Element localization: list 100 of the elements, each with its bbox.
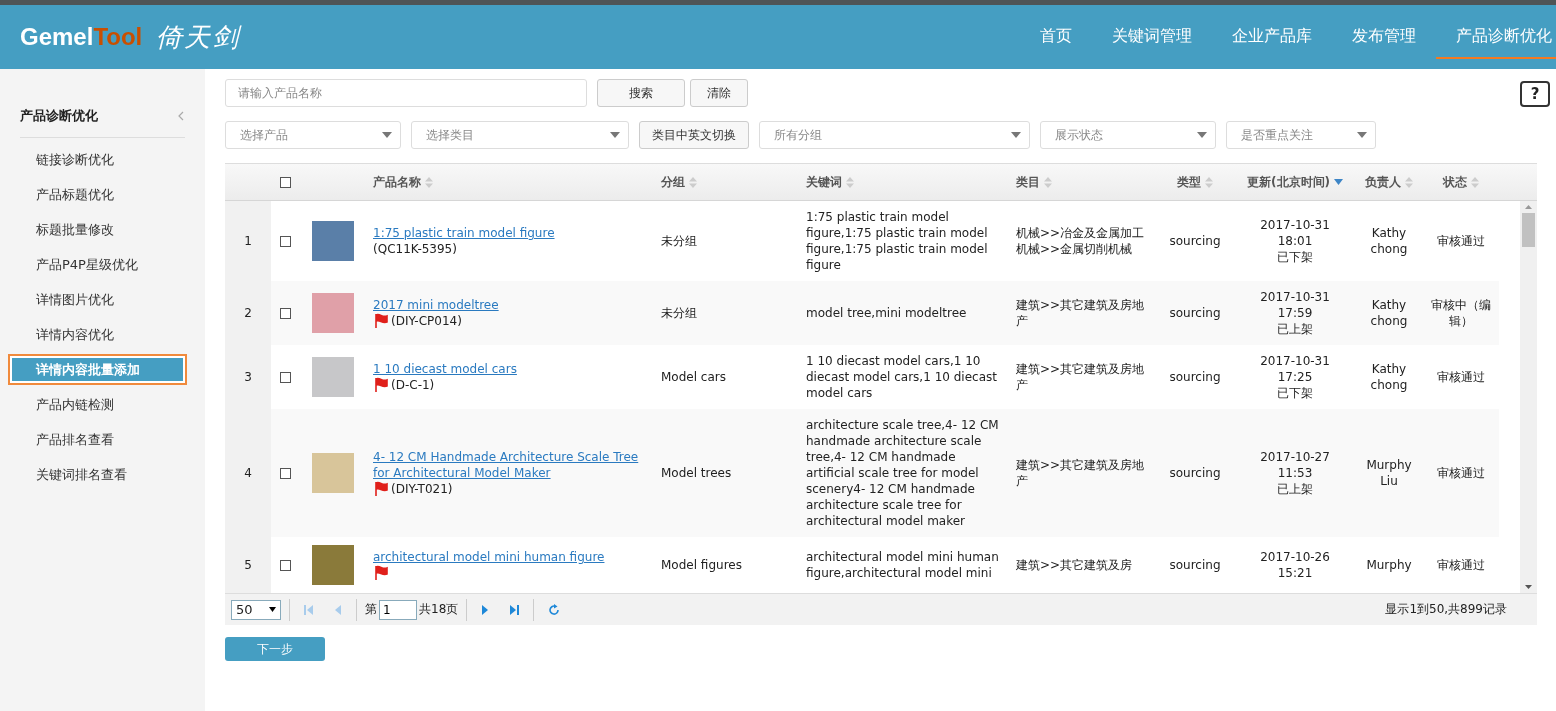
sidebar-item[interactable]: 产品P4P星级优化 bbox=[8, 249, 185, 280]
table-cell: sourcing bbox=[1169, 557, 1221, 573]
time-text: 17:25 bbox=[1277, 369, 1313, 385]
table-cell-text: 建筑>>其它建筑及房地产 bbox=[1016, 457, 1146, 489]
shelf-status: 已下架 bbox=[1277, 385, 1313, 401]
scroll-down-icon[interactable] bbox=[1525, 585, 1532, 589]
shelf-status: 已上架 bbox=[1277, 321, 1313, 337]
sidebar-item[interactable]: 产品内链检测 bbox=[8, 389, 185, 420]
table-cell: 审核通过 bbox=[1437, 465, 1485, 481]
scroll-up-icon[interactable] bbox=[1525, 205, 1532, 209]
date-text: 2017-10-31 bbox=[1260, 353, 1330, 369]
photo-placeholder bbox=[312, 453, 354, 493]
table-cell: sourcing bbox=[1169, 305, 1221, 321]
column-header[interactable]: 类目 bbox=[1016, 173, 1040, 191]
date-text: 2017-10-31 bbox=[1260, 289, 1330, 305]
product-link[interactable]: 2017 mini modeltree bbox=[373, 297, 499, 313]
caret-icon bbox=[1197, 132, 1207, 138]
time-text: 15:21 bbox=[1277, 565, 1313, 581]
caret-icon bbox=[269, 607, 276, 612]
table-cell: 未分组 bbox=[661, 233, 697, 249]
caret-icon bbox=[382, 132, 392, 138]
dropdown[interactable]: 选择产品 bbox=[225, 121, 401, 149]
table-cell: Model figures bbox=[661, 557, 742, 573]
checkbox[interactable] bbox=[279, 176, 291, 188]
checkbox[interactable] bbox=[279, 467, 291, 479]
column-header[interactable]: 类型 bbox=[1177, 173, 1201, 191]
dropdown[interactable]: 是否重点关注 bbox=[1226, 121, 1376, 149]
last-page-icon[interactable] bbox=[509, 603, 520, 616]
date-text: 2017-10-27 bbox=[1260, 449, 1330, 465]
table-cell-text: 建筑>>其它建筑及房地产 bbox=[1016, 361, 1146, 393]
page-number-field[interactable]: 1 bbox=[379, 599, 417, 620]
checkbox[interactable] bbox=[279, 307, 291, 319]
product-code: (DIY-CP014) bbox=[391, 313, 462, 329]
table-cell: sourcing bbox=[1169, 369, 1221, 385]
logo-tagline: 倚天剑 bbox=[156, 20, 241, 54]
table-cell: sourcing bbox=[1169, 465, 1221, 481]
checkbox[interactable] bbox=[279, 559, 291, 571]
toolbar-button[interactable]: 搜索 bbox=[597, 79, 685, 107]
sidebar-item[interactable]: 关键词排名查看 bbox=[8, 459, 185, 490]
column-header[interactable]: 负责人 bbox=[1365, 173, 1401, 191]
row-number: 4 bbox=[244, 465, 252, 481]
sidebar-item[interactable]: 链接诊断优化 bbox=[8, 144, 185, 175]
dropdown[interactable]: 选择类目 bbox=[411, 121, 629, 149]
shelf-status: 已下架 bbox=[1277, 249, 1313, 265]
table-cell: 审核通过 bbox=[1437, 233, 1485, 249]
product-link[interactable]: 4- 12 CM Handmade Architecture Scale Tree for Architectural Model Maker bbox=[373, 449, 649, 481]
table-cell-text: 建筑>>其它建筑及房地产 bbox=[1016, 297, 1146, 329]
sidebar-item[interactable]: 标题批量修改 bbox=[8, 214, 185, 245]
checkbox[interactable] bbox=[279, 371, 291, 383]
sidebar-title: 产品诊断优化 bbox=[20, 107, 98, 125]
table-cell: Murphy bbox=[1366, 557, 1412, 573]
photo-placeholder bbox=[312, 545, 354, 585]
table-cell-text: Kathy chong bbox=[1369, 361, 1409, 393]
column-header[interactable]: 分组 bbox=[661, 173, 685, 191]
table-cell-text: architecture scale tree,4- 12 CM handmade architecture scale tree,4- 12 CM handmade artificial scale tree for model scenery4- 12 CM handmade architecture scale tree for architectural model maker bbox=[806, 417, 1000, 529]
page-size-select[interactable]: 50 bbox=[231, 599, 281, 620]
product-code: (QC11K-5395) bbox=[373, 241, 457, 257]
column-header[interactable]: 更新(北京时间) bbox=[1247, 173, 1330, 191]
date-text: 2017-10-31 bbox=[1260, 217, 1330, 233]
product-link[interactable]: 1 10 diecast model cars bbox=[373, 361, 517, 377]
sidebar-item[interactable]: 产品标题优化 bbox=[8, 179, 185, 210]
record-summary: 显示1到50,共899记录 bbox=[1385, 601, 1507, 618]
table-cell-text: architectural model mini human figure,architectural model mini bbox=[806, 549, 1000, 581]
table-cell: 未分组 bbox=[661, 305, 697, 321]
table-cell-text: 1 10 diecast model cars,1 10 diecast model cars,1 10 diecast model cars bbox=[806, 353, 998, 401]
sidebar-item[interactable]: 产品排名查看 bbox=[8, 424, 185, 455]
toggle-button[interactable]: 类目中英文切换 bbox=[639, 121, 749, 149]
toolbar-button[interactable]: 清除 bbox=[690, 79, 748, 107]
column-header[interactable]: 关键词 bbox=[806, 173, 842, 191]
column-header[interactable]: 产品名称 bbox=[373, 173, 421, 191]
table-cell: 建筑>>其它建筑及房 bbox=[1016, 557, 1133, 573]
photo-placeholder bbox=[312, 221, 354, 261]
sidebar-item[interactable]: 详情图片优化 bbox=[8, 284, 185, 315]
help-button[interactable]: ? bbox=[1520, 81, 1550, 107]
scroll-thumb[interactable] bbox=[1522, 213, 1535, 247]
row-number: 5 bbox=[244, 557, 252, 573]
product-code: (D-C-1) bbox=[391, 377, 435, 393]
vertical-scrollbar[interactable] bbox=[1520, 201, 1537, 593]
table-cell-text: 1:75 plastic train model figure,1:75 plastic train model figure,1:75 plastic train model figure bbox=[806, 209, 989, 273]
page-label: 第 bbox=[365, 601, 377, 618]
product-link[interactable]: 1:75 plastic train model figure bbox=[373, 225, 555, 241]
table-cell: 审核通过 bbox=[1437, 369, 1485, 385]
row-number: 3 bbox=[244, 369, 252, 385]
table-cell: Model cars bbox=[661, 369, 726, 385]
checkbox[interactable] bbox=[279, 235, 291, 247]
dropdown[interactable]: 所有分组 bbox=[759, 121, 1030, 149]
caret-icon bbox=[1357, 132, 1367, 138]
column-header[interactable]: 状态 bbox=[1443, 173, 1467, 191]
page-total: 共18页 bbox=[419, 601, 459, 618]
row-number: 2 bbox=[244, 305, 252, 321]
product-link[interactable]: architectural model mini human figure bbox=[373, 549, 605, 565]
photo-placeholder bbox=[312, 293, 354, 333]
refresh-icon[interactable] bbox=[548, 603, 561, 616]
sidebar-item[interactable]: 详情内容优化 bbox=[8, 319, 185, 350]
caret-icon bbox=[1011, 132, 1021, 138]
search-field[interactable]: 请输入产品名称 bbox=[225, 79, 587, 107]
dropdown[interactable]: 展示状态 bbox=[1040, 121, 1216, 149]
next-page-icon[interactable] bbox=[481, 603, 490, 616]
collapse-icon[interactable] bbox=[177, 111, 185, 121]
row-number: 1 bbox=[244, 233, 252, 249]
